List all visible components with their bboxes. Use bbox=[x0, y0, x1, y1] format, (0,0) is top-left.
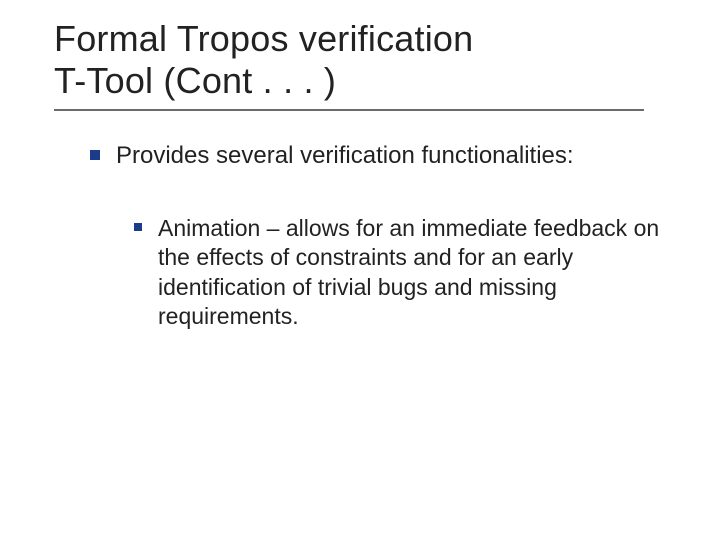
bullet-level1-text: Provides several verification functional… bbox=[116, 141, 574, 172]
square-bullet-icon bbox=[90, 150, 100, 160]
title-line-1: Formal Tropos verification bbox=[54, 18, 473, 59]
slide-body: Provides several verification functional… bbox=[54, 141, 686, 331]
slide: Formal Tropos verification T-Tool (Cont … bbox=[0, 0, 720, 540]
bullet-level1: Provides several verification functional… bbox=[90, 141, 662, 172]
square-bullet-icon bbox=[134, 223, 142, 231]
bullet-level2-text: Animation – allows for an immediate feed… bbox=[158, 214, 662, 332]
bullet-level2-group: Animation – allows for an immediate feed… bbox=[90, 214, 662, 332]
slide-title: Formal Tropos verification T-Tool (Cont … bbox=[54, 18, 686, 103]
bullet-level2: Animation – allows for an immediate feed… bbox=[134, 214, 662, 332]
title-underline bbox=[54, 109, 644, 111]
title-line-2: T-Tool (Cont . . . ) bbox=[54, 60, 336, 101]
